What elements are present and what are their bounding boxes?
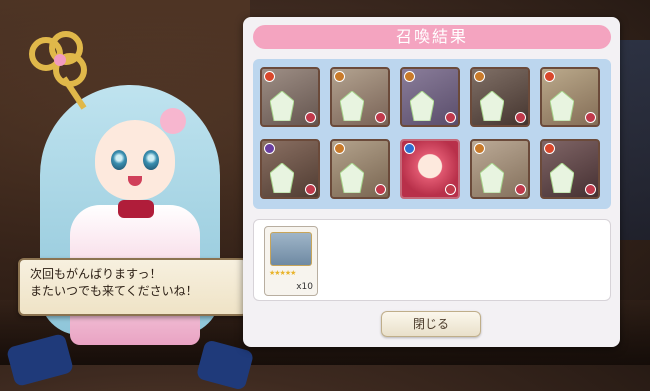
rarity-icon	[375, 184, 386, 195]
result-card[interactable]	[470, 139, 530, 199]
character-bow	[118, 200, 154, 218]
item-star-rating: ★★★★★	[269, 269, 296, 277]
result-card[interactable]	[330, 139, 390, 199]
character-eye-right	[143, 150, 159, 170]
golden-key-icon	[29, 31, 87, 110]
attribute-icon	[264, 71, 275, 82]
attribute-icon	[474, 71, 485, 82]
result-card[interactable]	[260, 139, 320, 199]
rarity-icon	[445, 112, 456, 123]
character-face	[95, 120, 175, 200]
result-card[interactable]	[540, 139, 600, 199]
rarity-icon	[375, 112, 386, 123]
result-card[interactable]	[470, 67, 530, 127]
attribute-icon	[334, 143, 345, 154]
item-reward-card[interactable]: ★★★★★ x10	[264, 226, 318, 296]
result-card[interactable]	[330, 67, 390, 127]
rarity-icon	[305, 184, 316, 195]
result-card[interactable]	[540, 67, 600, 127]
crystal-icon	[340, 163, 364, 193]
attribute-icon	[404, 71, 415, 82]
speech-bubble: 次回もがんばりますっ！ またいつでも来てくださいね！	[18, 258, 248, 316]
rarity-icon	[585, 184, 596, 195]
panel-title: 召喚結果	[253, 25, 611, 49]
result-card-highlight[interactable]	[400, 139, 460, 199]
result-card[interactable]	[400, 67, 460, 127]
result-card-grid	[253, 59, 611, 209]
attribute-icon	[334, 71, 345, 82]
close-button[interactable]: 閉じる	[381, 311, 481, 337]
result-card[interactable]	[260, 67, 320, 127]
item-count: x10	[296, 282, 313, 292]
crystal-icon	[480, 91, 504, 121]
summon-result-panel: 召喚結果 ★★★★★ x10 閉じる	[243, 17, 620, 347]
crystal-icon	[550, 91, 574, 121]
rarity-icon	[305, 112, 316, 123]
crystal-icon	[410, 91, 434, 121]
crystal-icon	[340, 91, 364, 121]
attribute-icon	[264, 143, 275, 154]
rarity-icon	[515, 184, 526, 195]
attribute-icon	[404, 143, 415, 154]
item-reward-area: ★★★★★ x10	[253, 219, 611, 301]
rarity-icon	[445, 184, 456, 195]
rarity-icon	[585, 112, 596, 123]
speech-line-2: またいつでも来てくださいね！	[30, 284, 198, 298]
crystal-icon	[550, 163, 574, 193]
speech-line-1: 次回もがんばりますっ！	[30, 267, 162, 281]
rarity-icon	[515, 112, 526, 123]
hair-flower-icon	[160, 108, 186, 134]
character-eye-left	[111, 150, 127, 170]
item-crystal-icon	[270, 232, 312, 266]
character-mouth	[128, 176, 142, 186]
attribute-icon	[474, 143, 485, 154]
attribute-icon	[544, 143, 555, 154]
ribbon-left	[5, 332, 75, 388]
crystal-icon	[480, 163, 504, 193]
attribute-icon	[544, 71, 555, 82]
ribbon-right	[195, 339, 255, 391]
crystal-icon	[270, 91, 294, 121]
crystal-icon	[270, 163, 294, 193]
